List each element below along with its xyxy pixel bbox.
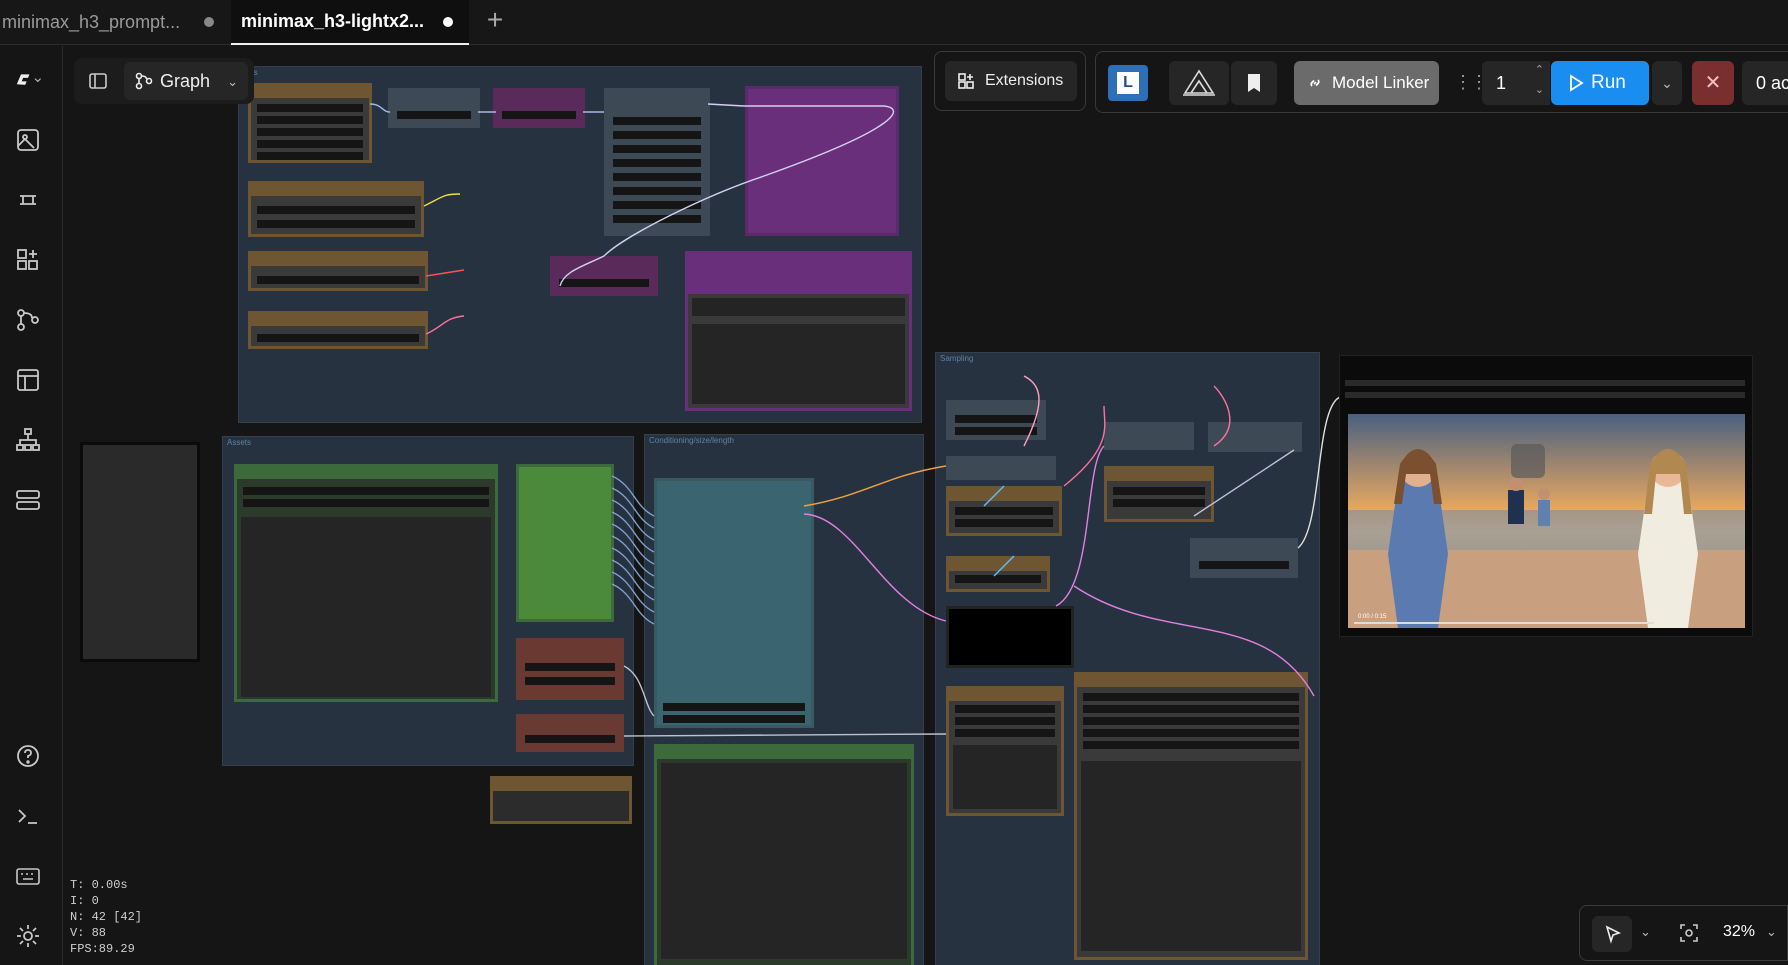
canvas-stats: T: 0.00s I: 0 N: 42 [42] V: 88 FPS:89.29	[70, 877, 142, 957]
nodes-icon[interactable]	[14, 246, 42, 274]
fit-view-icon[interactable]	[1678, 922, 1700, 944]
run-toolbar: L Model Linker ⋮⋮ 1 ⌃ ⌄ Run ⌄ ✕ 0 ac	[1095, 51, 1788, 113]
model-linker-button[interactable]: Model Linker	[1294, 61, 1439, 105]
stat-nodes: N: 42 [42]	[70, 910, 143, 924]
chevron-down-icon[interactable]: ⌄	[1640, 924, 1651, 940]
extensions-button[interactable]: Extensions	[945, 61, 1077, 101]
help-icon[interactable]	[14, 742, 42, 770]
keyboard-icon[interactable]	[14, 862, 42, 890]
video-time: 0:00 / 0:15	[1358, 614, 1387, 620]
graph-icon	[135, 72, 153, 90]
bookmark-button[interactable]	[1231, 61, 1277, 105]
graph-label: Graph	[160, 70, 211, 91]
cursor-icon	[1605, 925, 1622, 944]
settings-icon[interactable]	[14, 922, 42, 950]
run-options-dropdown[interactable]: ⌄	[1652, 61, 1682, 105]
sidebar	[0, 46, 63, 965]
workflows-icon[interactable]	[14, 306, 42, 334]
model-linker-label: Model Linker	[1332, 73, 1430, 92]
video-controls[interactable]: 0:00 / 0:15	[1350, 608, 1743, 626]
video-frame	[1348, 414, 1745, 628]
video-preview-node[interactable]: 0:00 / 0:15	[1339, 355, 1753, 637]
run-button[interactable]: Run	[1551, 61, 1649, 105]
bookmark-icon	[1248, 74, 1260, 92]
tab-label: minimax_h3_prompt...	[2, 12, 181, 32]
stat-fps: FPS:89.29	[70, 942, 135, 956]
tab-workflow-1[interactable]: minimax_h3_prompt...	[0, 0, 230, 45]
cancel-run-button[interactable]: ✕	[1692, 61, 1734, 105]
stat-time: T: 0.00s	[70, 878, 128, 892]
terminal-icon[interactable]	[14, 802, 42, 830]
images-icon[interactable]	[14, 126, 42, 154]
graph-mode-select[interactable]: Graph ⌄	[124, 62, 248, 100]
graph-toolbar: Graph ⌄	[74, 58, 254, 104]
app-window: minimax_h3_prompt... minimax_h3-lightx2.…	[0, 0, 1788, 965]
stat-i: I: 0	[70, 894, 99, 908]
zoom-level[interactable]: 32%	[1723, 923, 1755, 941]
comfy-logo-icon[interactable]	[14, 66, 54, 94]
queue-icon[interactable]	[14, 486, 42, 514]
queue-count-input[interactable]: 1 ⌃ ⌄	[1482, 61, 1550, 105]
link-icon	[1310, 79, 1320, 87]
new-tab-button[interactable]: +	[480, 6, 510, 36]
graph-canvas[interactable]: dels Assets Conditioning/size/length Sam…	[64, 46, 1788, 965]
models-icon[interactable]	[14, 186, 42, 214]
canvas-controls: ⌄ 32% ⌄	[1579, 905, 1788, 961]
queue-status: 0 ac	[1756, 73, 1788, 93]
play-icon	[1570, 74, 1584, 92]
nodes-map-icon[interactable]	[14, 426, 42, 454]
queue-count-value: 1	[1496, 73, 1507, 93]
chevron-down-icon: ⌄	[227, 74, 238, 89]
l-label: L	[1117, 72, 1139, 94]
decrement-icon[interactable]: ⌄	[1535, 83, 1544, 97]
unsaved-dot-icon	[204, 17, 214, 27]
tab-label: minimax_h3-lightx2...	[241, 11, 425, 31]
tab-bar: minimax_h3_prompt... minimax_h3-lightx2.…	[0, 0, 1788, 45]
unsaved-dot-icon	[443, 17, 453, 27]
stat-v: V: 88	[70, 926, 107, 940]
panel-toggle-icon[interactable]	[88, 71, 108, 91]
extensions-panel: Extensions	[934, 51, 1086, 111]
mountain-icon	[1183, 69, 1215, 96]
queue-status-button[interactable]: 0 ac	[1742, 61, 1788, 105]
run-label: Run	[1591, 72, 1626, 93]
mountain-extension-button[interactable]	[1169, 61, 1229, 105]
extensions-icon	[958, 73, 974, 89]
extensions-label: Extensions	[985, 72, 1064, 89]
select-tool-button[interactable]	[1592, 916, 1632, 952]
l-extension-button[interactable]: L	[1108, 65, 1148, 101]
tab-workflow-2[interactable]: minimax_h3-lightx2...	[231, 0, 469, 45]
increment-icon[interactable]: ⌃	[1535, 63, 1544, 77]
chevron-down-icon[interactable]: ⌄	[1766, 924, 1777, 940]
templates-icon[interactable]	[14, 366, 42, 394]
